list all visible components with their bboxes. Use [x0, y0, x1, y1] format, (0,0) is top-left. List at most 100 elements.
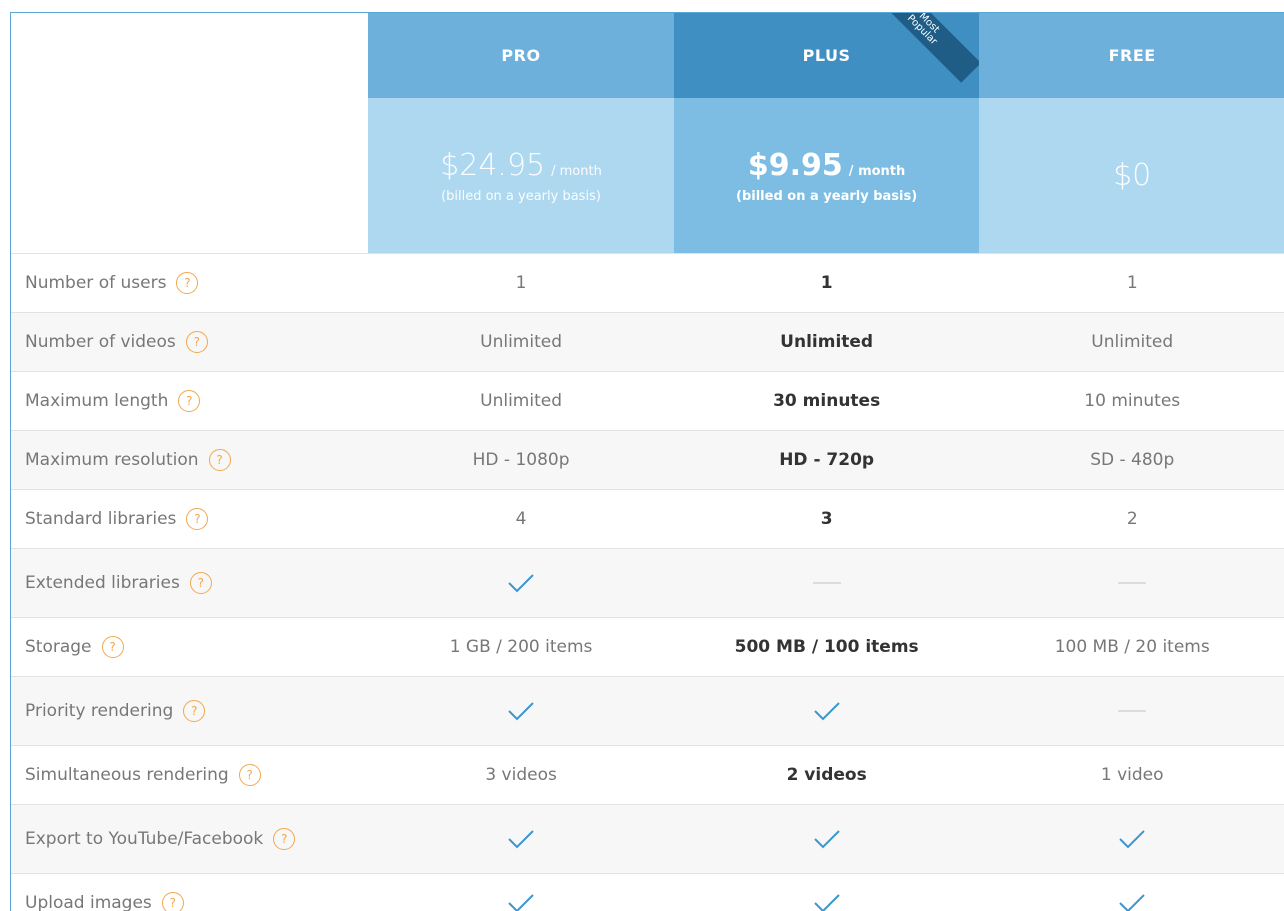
plan-pro[interactable]: PRO $24.95 / month (billed on a yearly b… — [368, 13, 674, 253]
pricing-header: PRO $24.95 / month (billed on a yearly b… — [11, 13, 1284, 253]
feature-value-pro: 4 — [368, 490, 674, 548]
feature-value-text: 3 — [820, 509, 833, 529]
feature-label: Export to YouTube/Facebook? — [11, 805, 368, 873]
feature-row: Priority rendering? — [11, 676, 1284, 745]
feature-row: Extended libraries? — [11, 548, 1284, 617]
feature-value-text: Unlimited — [480, 332, 562, 352]
feature-value-pro: HD - 1080p — [368, 431, 674, 489]
dash-icon — [1118, 710, 1147, 712]
feature-row: Standard libraries? 4 3 2 — [11, 489, 1284, 548]
feature-label: Maximum length? — [11, 372, 368, 430]
price-amount: $0 — [1113, 158, 1152, 193]
feature-label-text: Priority rendering — [25, 701, 174, 721]
feature-value-plus — [673, 677, 980, 745]
feature-value-pro — [368, 677, 674, 745]
feature-value-plus: Unlimited — [673, 313, 980, 371]
feature-value-plus: 3 — [673, 490, 980, 548]
feature-value-text: Unlimited — [1091, 332, 1174, 352]
feature-value-free — [979, 874, 1284, 911]
help-icon[interactable]: ? — [178, 390, 201, 412]
help-icon[interactable]: ? — [238, 764, 261, 786]
check-icon — [508, 894, 534, 911]
feature-row: Number of videos? Unlimited Unlimited Unlim… — [11, 312, 1284, 371]
help-icon[interactable]: ? — [161, 892, 184, 911]
feature-value-plus: HD - 720p — [673, 431, 980, 489]
price-amount: $24.95 — [440, 147, 546, 183]
price-line: $24.95 / month — [440, 148, 602, 183]
check-icon — [813, 894, 840, 911]
feature-value-text: Unlimited — [480, 391, 562, 411]
feature-value-free — [979, 549, 1284, 617]
feature-value-text: SD - 480p — [1090, 450, 1175, 470]
feature-value-text: 1 video — [1100, 765, 1164, 785]
feature-value-free: Unlimited — [979, 313, 1284, 371]
price-line: $9.95 / month — [748, 148, 905, 183]
feature-label-text: Number of users — [25, 273, 167, 293]
feature-value-text: 1 — [515, 273, 527, 293]
price-period: / month — [848, 163, 906, 179]
dash-icon — [812, 582, 841, 584]
dash-icon — [1118, 582, 1147, 584]
feature-label-text: Number of videos — [25, 332, 176, 352]
feature-value-pro: 1 GB / 200 items — [368, 618, 674, 676]
feature-label: Extended libraries? — [11, 549, 368, 617]
feature-label: Maximum resolution? — [11, 431, 368, 489]
feature-row: Upload images? — [11, 873, 1284, 911]
price-period: / month — [551, 163, 602, 179]
feature-value-free: 100 MB / 20 items — [979, 618, 1284, 676]
feature-label: Simultaneous rendering? — [11, 746, 368, 804]
feature-value-plus: 2 videos — [673, 746, 980, 804]
feature-value-free — [979, 677, 1284, 745]
feature-label-text: Extended libraries — [25, 573, 180, 593]
check-icon — [1119, 894, 1145, 911]
help-icon[interactable]: ? — [176, 272, 199, 294]
feature-value-text: 2 — [1126, 509, 1138, 529]
feature-value-text: HD - 1080p — [472, 450, 570, 470]
check-icon — [813, 702, 840, 721]
feature-value-text: 3 videos — [485, 765, 557, 785]
feature-value-text: 2 videos — [786, 765, 867, 785]
feature-value-pro: Unlimited — [368, 372, 674, 430]
feature-row: Maximum resolution? HD - 1080p HD - 720p SD… — [11, 430, 1284, 489]
pricing-table: PRO $24.95 / month (billed on a yearly b… — [10, 12, 1284, 911]
help-icon[interactable]: ? — [185, 331, 208, 353]
feature-label-text: Upload images — [25, 893, 152, 911]
feature-label-text: Maximum length — [25, 391, 169, 411]
feature-rows: Number of users? 1 1 1 Number of videos? Unli… — [11, 253, 1284, 911]
feature-row: Storage? 1 GB / 200 items 500 MB / 100 ite… — [11, 617, 1284, 676]
feature-value-pro: Unlimited — [368, 313, 674, 371]
billing-note: (billed on a yearly basis) — [736, 188, 918, 204]
plan-name: FREE — [979, 13, 1284, 98]
feature-value-free: 1 video — [979, 746, 1284, 804]
help-icon[interactable]: ? — [189, 572, 212, 594]
plan-free[interactable]: FREE $0 — [979, 13, 1284, 253]
help-icon[interactable]: ? — [273, 828, 296, 850]
feature-value-plus — [673, 805, 980, 873]
help-icon[interactable]: ? — [183, 700, 206, 722]
most-popular-ribbon: Most Popular — [869, 13, 985, 93]
check-icon — [813, 830, 840, 849]
feature-value-text: 30 minutes — [773, 391, 881, 411]
feature-value-free: 2 — [979, 490, 1284, 548]
feature-value-free: SD - 480p — [979, 431, 1284, 489]
plan-price-block: $9.95 / month (billed on a yearly basis) — [673, 98, 980, 253]
feature-value-free: 10 minutes — [979, 372, 1284, 430]
feature-label: Number of videos? — [11, 313, 368, 371]
feature-value-pro: 1 — [368, 254, 674, 312]
plan-plus[interactable]: PLUS $9.95 / month (billed on a yearly b… — [673, 13, 982, 253]
feature-value-plus — [673, 549, 980, 617]
feature-row: Maximum length? Unlimited 30 minutes 10 min… — [11, 371, 1284, 430]
price-line: $0 — [1113, 158, 1151, 193]
feature-value-free — [979, 805, 1284, 873]
feature-value-text: HD - 720p — [779, 450, 875, 470]
check-icon — [508, 574, 534, 593]
help-icon[interactable]: ? — [208, 449, 231, 471]
feature-value-plus: 1 — [673, 254, 980, 312]
help-icon[interactable]: ? — [186, 508, 209, 530]
help-icon[interactable]: ? — [101, 636, 124, 658]
feature-value-free: 1 — [979, 254, 1284, 312]
feature-row: Simultaneous rendering? 3 videos 2 videos 1… — [11, 745, 1284, 804]
feature-value-pro — [368, 549, 674, 617]
feature-value-text: 10 minutes — [1084, 391, 1181, 411]
plan-price-block: $0 — [979, 98, 1284, 253]
